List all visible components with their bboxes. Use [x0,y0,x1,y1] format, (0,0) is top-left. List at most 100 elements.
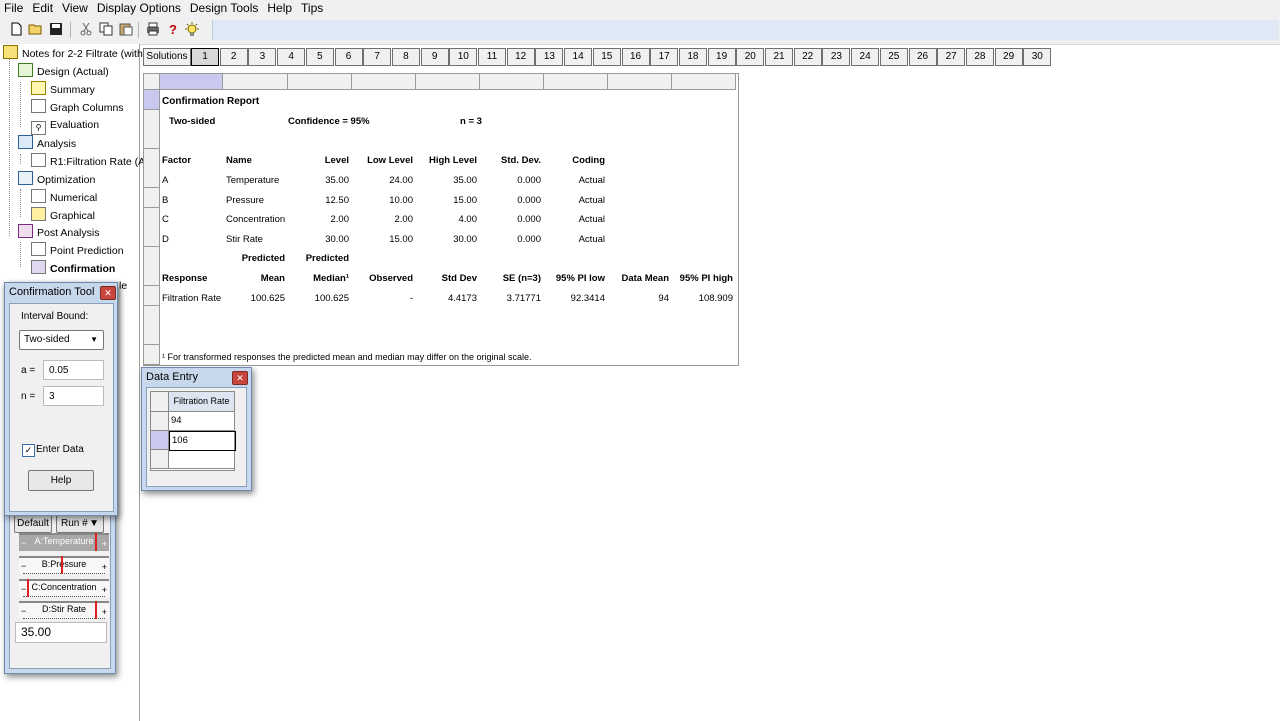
solution-tab-26[interactable]: 26 [908,48,937,66]
solution-tab-7[interactable]: 7 [363,48,392,66]
grid-column-header[interactable] [223,74,288,90]
n-field[interactable]: 3 [43,386,104,406]
solution-tab-28[interactable]: 28 [965,48,994,66]
grid-column-header[interactable] [544,74,608,90]
solution-tab-8[interactable]: 8 [391,48,420,66]
slider-d-stir-rate[interactable]: − D:Stir Rate + [19,601,109,619]
tree-item-optimization[interactable]: Optimization [18,171,95,188]
tree-item-analysis[interactable]: Analysis [18,135,76,152]
copy-icon[interactable] [98,22,114,38]
tree-item-evaluation[interactable]: ⚲ Evaluation [31,117,99,135]
tree-item-point-prediction[interactable]: Point Prediction [31,242,124,259]
grid-row-header[interactable] [144,90,160,110]
slider-b-pressure[interactable]: − B:Pressure + [19,556,109,574]
solution-tab-1[interactable]: 1 [191,48,219,66]
solution-tab-29[interactable]: 29 [994,48,1023,66]
solution-tab-19[interactable]: 19 [707,48,736,66]
solution-tab-25[interactable]: 25 [879,48,908,66]
paste-icon[interactable] [118,22,134,38]
filtration-rate-column-header[interactable]: Filtration Rate [169,392,234,412]
solution-tab-9[interactable]: 9 [420,48,449,66]
solution-tab-15[interactable]: 15 [592,48,621,66]
data-entry-row-header[interactable] [151,450,169,469]
solution-tab-22[interactable]: 22 [793,48,822,66]
solution-tab-6[interactable]: 6 [334,48,363,66]
tree-item-graph-columns[interactable]: Graph Columns [31,99,124,116]
tree-item-graphical[interactable]: Graphical [31,207,95,224]
data-entry-cell[interactable]: 106 [169,431,236,451]
grid-column-header[interactable] [160,74,223,90]
enter-data-checkbox[interactable]: ✓ [22,444,35,457]
slider-marker[interactable] [61,556,63,574]
data-entry-cell[interactable] [169,450,234,469]
solution-tab-21[interactable]: 21 [765,48,793,66]
tree-item-summary[interactable]: Summary [31,81,95,98]
interval-bound-select[interactable]: Two-sided ▼ [19,330,104,350]
grid-row-header[interactable] [144,168,160,189]
data-entry-row-header[interactable] [151,412,169,431]
solution-tab-17[interactable]: 17 [650,48,679,66]
alpha-field[interactable]: 0.05 [43,360,104,380]
cut-icon[interactable] [78,22,94,38]
solution-tab-20[interactable]: 20 [736,48,765,66]
close-icon[interactable]: ✕ [100,286,116,300]
default-button[interactable]: Default [14,515,52,533]
slider-a-temperature[interactable]: − A:Temperature + [19,533,109,551]
tree-item-numerical[interactable]: Numerical [31,189,97,206]
slider-marker[interactable] [95,533,97,551]
grid-row-header[interactable] [144,325,160,346]
grid-row-header[interactable] [144,148,160,169]
menu-file[interactable]: File [0,0,27,16]
tip-lightbulb-icon[interactable] [184,22,200,38]
slider-marker[interactable] [27,579,29,597]
data-entry-row-header[interactable] [151,431,169,450]
menu-edit[interactable]: Edit [28,0,57,16]
grid-row-header[interactable] [144,227,160,248]
solution-tab-12[interactable]: 12 [506,48,535,66]
print-icon[interactable] [145,22,161,38]
tree-item-design[interactable]: Design (Actual) [18,63,109,80]
grid-row-header[interactable] [144,305,160,326]
solution-tab-5[interactable]: 5 [305,48,334,66]
slider-marker[interactable] [95,601,97,619]
solution-tab-24[interactable]: 24 [851,48,880,66]
help-question-icon[interactable]: ? [165,22,181,38]
solution-tab-13[interactable]: 13 [535,48,564,66]
solution-tab-27[interactable]: 27 [937,48,966,66]
close-icon[interactable]: ✕ [232,371,248,385]
run-number-dropdown[interactable]: Run # ▼ [56,515,104,533]
grid-row-header[interactable] [144,109,160,130]
solution-tab-14[interactable]: 14 [564,48,593,66]
grid-column-header[interactable] [672,74,736,90]
solution-tab-30[interactable]: 30 [1023,48,1052,66]
solution-tab-4[interactable]: 4 [277,48,306,66]
grid-row-header[interactable] [144,344,160,365]
help-button[interactable]: Help [28,470,94,491]
grid-column-header[interactable] [416,74,480,90]
open-folder-icon[interactable] [28,22,44,38]
tree-item-r1-filtration-rate[interactable]: R1:Filtration Rate (A [31,153,145,170]
grid-row-header[interactable] [144,266,160,287]
menu-display-options[interactable]: Display Options [93,0,185,16]
tree-root[interactable]: Notes for 2-2 Filtrate (with [3,45,143,62]
solution-tab-2[interactable]: 2 [219,48,248,66]
data-entry-cell[interactable]: 94 [169,412,234,431]
grid-row-header[interactable] [144,286,160,306]
grid-row-header[interactable] [144,188,160,208]
solution-tab-16[interactable]: 16 [621,48,650,66]
save-icon[interactable] [48,22,64,38]
solution-tab-10[interactable]: 10 [449,48,478,66]
menu-tips[interactable]: Tips [297,0,327,16]
tree-item-post-analysis[interactable]: Post Analysis [18,224,99,241]
grid-column-header[interactable] [608,74,672,90]
solution-tab-11[interactable]: 11 [478,48,506,66]
tree-item-confirmation[interactable]: Confirmation [31,260,115,277]
menu-help[interactable]: Help [263,0,296,16]
grid-column-header[interactable] [288,74,352,90]
solution-tab-23[interactable]: 23 [822,48,851,66]
factor-value-field[interactable]: 35.00 [15,622,107,643]
grid-column-header[interactable] [352,74,416,90]
solution-tab-18[interactable]: 18 [678,48,707,66]
grid-column-header[interactable] [480,74,544,90]
new-file-icon[interactable] [8,22,24,38]
